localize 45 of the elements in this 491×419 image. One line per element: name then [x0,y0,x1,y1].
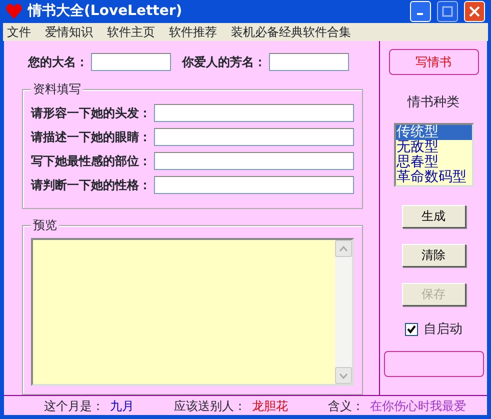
close-button[interactable] [464,1,485,22]
close-icon [469,6,480,17]
window-title: 情书大全(LoveLetter) [28,2,184,21]
input-field[interactable] [154,152,354,170]
maximize-button[interactable] [437,1,458,22]
field-label: 您的大名： [28,54,88,71]
input-field[interactable] [154,128,354,146]
action-button[interactable]: 清除 [402,244,466,266]
status-value: 九月 [110,398,134,414]
type-label: 情书种类 [408,94,460,112]
preview-area[interactable] [31,238,354,386]
status-label: 应该送别人： [174,398,246,414]
status-label: 这个月是： [44,398,104,414]
checkbox[interactable] [404,322,418,336]
menu-item[interactable]: 爱情知识 [45,23,93,41]
blank-button[interactable] [384,351,484,377]
menu-item[interactable]: 软件推荐 [169,23,217,41]
heart-icon [6,4,22,19]
scrollbar[interactable] [335,240,352,384]
list-item[interactable]: 传统型 [396,124,472,140]
list-item[interactable]: 无敌型 [396,140,472,154]
status-value: 在你伤心时我最爱 [370,398,466,414]
action-button[interactable]: 生成 [402,204,466,228]
list-item[interactable]: 思春型 [396,154,472,170]
status-value: 龙胆花 [252,398,288,414]
menu-item[interactable]: 软件主页 [107,23,155,41]
list-item[interactable]: 革命数码型 [396,170,472,184]
menu-item[interactable]: 文件 [7,23,31,41]
field-label: 写下她最性感的部位： [31,153,151,170]
input-field[interactable] [269,53,349,71]
letter-type-list[interactable]: 传统型 无敌型 思春型 革命数码型 [394,122,474,186]
field-label: 请形容一下她的头发： [31,105,151,122]
input-field[interactable] [154,104,354,122]
field-label: 请判断一下她的性格： [31,177,151,194]
input-field[interactable] [91,53,171,71]
group-title: 预览 [31,218,59,232]
minimize-button[interactable] [410,1,431,22]
status-label: 含义： [328,398,364,414]
maximize-icon [442,6,453,17]
group-title: 资料填写 [31,82,83,96]
field-label: 你爱人的芳名： [182,54,266,71]
field-label: 请描述一下她的眼睛： [31,129,151,146]
checkbox-label: 自启动 [424,320,462,338]
input-field[interactable] [154,176,354,194]
menu-item[interactable]: 装机必备经典软件合集 [231,23,351,41]
